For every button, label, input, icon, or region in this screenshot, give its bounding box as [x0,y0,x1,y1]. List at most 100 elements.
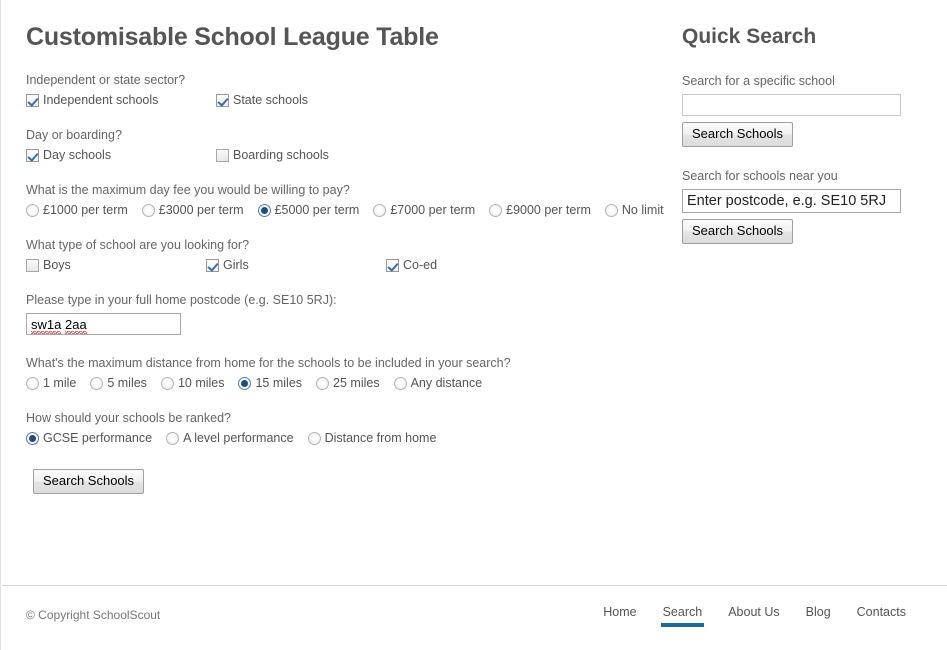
postcode-value-part2: 2aa [64,317,87,334]
quick-search-near-block: Search for schools near you Search Schoo… [680,169,920,244]
option-row: 1 mile 5 miles 10 miles 15 miles 25 mile… [26,376,666,390]
footer-nav-search[interactable]: Search [660,605,704,627]
option-distance-5-miles[interactable]: 5 miles [90,376,147,390]
option-fee-5000[interactable]: £5000 per term [257,203,360,217]
quick-search-school-label: Search for a specific school [682,74,835,88]
home-postcode-input[interactable]: sw1a 2aa [26,313,181,335]
option-distance-any[interactable]: Any distance [393,376,483,390]
option-label: A level performance [183,431,294,445]
question-label: Please type in your full home postcode (… [26,293,337,307]
quick-search-school-input[interactable] [682,94,901,116]
page-container: Customisable School League Table Indepen… [0,0,947,650]
content-area: Customisable School League Table Indepen… [26,22,924,494]
quick-search-school-button[interactable]: Search Schools [682,122,794,147]
checkbox-coed[interactable] [386,258,399,272]
radio-distance-1-mile[interactable] [26,376,39,390]
footer-nav-contacts[interactable]: Contacts [857,605,906,627]
radio-distance-15-miles[interactable] [238,376,252,390]
checkbox-girls[interactable] [206,258,219,272]
question-label: What is the maximum day fee you would be… [26,183,350,197]
option-state-schools[interactable]: State schools [216,93,308,107]
option-label: Distance from home [324,431,437,445]
option-label: £3000 per term [158,203,244,217]
option-distance-1-mile[interactable]: 1 mile [26,376,76,390]
question-day-boarding: Day or boarding? Day schools Boarding sc… [26,128,666,162]
question-label: Day or boarding? [26,128,122,142]
radio-fee-1000[interactable] [26,203,39,217]
option-distance-15-miles[interactable]: 15 miles [238,376,302,390]
checkbox-state-schools[interactable] [216,93,229,107]
quick-search-near-label: Search for schools near you [682,169,838,183]
option-coed[interactable]: Co-ed [386,258,437,272]
option-label: No limit [621,203,664,217]
checkbox-day-schools[interactable] [26,148,39,162]
option-fee-3000[interactable]: £3000 per term [141,203,244,217]
option-label: Boarding schools [233,148,329,162]
option-label: Co-ed [403,258,438,272]
option-label: £1000 per term [43,203,128,217]
radio-fee-7000[interactable] [373,203,387,217]
quick-search-title: Quick Search [682,25,817,48]
radio-distance-10-miles[interactable] [160,376,174,390]
option-label: £9000 per term [506,203,591,217]
option-label: 25 miles [333,376,380,390]
radio-fee-3000[interactable] [141,203,155,217]
option-distance-25-miles[interactable]: 25 miles [316,376,380,390]
option-fee-1000[interactable]: £1000 per term [26,203,128,217]
footer-nav-home[interactable]: Home [603,605,636,627]
checkbox-boarding-schools[interactable] [216,148,229,162]
option-label: 1 mile [43,376,77,390]
search-schools-button[interactable]: Search Schools [33,469,145,494]
option-label: £5000 per term [274,203,360,217]
option-day-schools[interactable]: Day schools [26,148,216,162]
radio-distance-any[interactable] [393,376,407,390]
question-max-distance: What's the maximum distance from home fo… [26,356,666,390]
option-label: Any distance [410,376,483,390]
question-home-postcode: Please type in your full home postcode (… [26,293,666,335]
option-fee-9000[interactable]: £9000 per term [489,203,591,217]
quick-search-postcode-input[interactable] [682,189,901,213]
footer: © Copyright SchoolScout Home Search Abou… [1,600,947,650]
option-label: Girls [223,258,249,272]
option-label: 15 miles [255,376,303,390]
option-label: £7000 per term [390,203,476,217]
page-title: Customisable School League Table [26,23,439,51]
main-submit-wrap: Search Schools [33,469,666,494]
option-rank-distance[interactable]: Distance from home [307,431,437,445]
quick-search-near-button[interactable]: Search Schools [682,219,794,244]
radio-distance-25-miles[interactable] [316,376,330,390]
option-row: Day schools Boarding schools [26,148,666,162]
option-row: Independent schools State schools [26,93,666,107]
option-girls[interactable]: Girls [206,258,386,272]
option-label: Day schools [43,148,112,162]
footer-nav-blog[interactable]: Blog [806,605,831,627]
radio-rank-distance[interactable] [307,431,321,445]
radio-fee-5000[interactable] [257,203,271,217]
option-independent-schools[interactable]: Independent schools [26,93,216,107]
option-fee-7000[interactable]: £7000 per term [373,203,475,217]
checkbox-boys[interactable] [26,258,39,272]
quick-search-school-block: Search for a specific school Search Scho… [680,74,920,147]
two-column-layout: Customisable School League Table Indepen… [26,22,924,494]
checkbox-independent-schools[interactable] [26,93,39,107]
option-fee-no-limit[interactable]: No limit [604,203,664,217]
radio-fee-9000[interactable] [489,203,503,217]
footer-nav-about-us[interactable]: About Us [728,605,779,627]
option-boys[interactable]: Boys [26,258,206,272]
radio-fee-no-limit[interactable] [604,203,618,217]
question-label: Independent or state sector? [26,73,186,87]
option-rank-a-level[interactable]: A level performance [166,431,294,445]
radio-rank-gcse[interactable] [26,431,39,445]
question-ranking: How should your schools be ranked? GCSE … [26,411,666,445]
footer-nav: Home Search About Us Blog Contacts [577,605,906,627]
radio-rank-a-level[interactable] [166,431,180,445]
option-label: 10 miles [177,376,225,390]
option-rank-gcse[interactable]: GCSE performance [26,431,152,445]
radio-distance-5-miles[interactable] [90,376,104,390]
question-max-fee: What is the maximum day fee you would be… [26,183,666,217]
option-row: Boys Girls Co-ed [26,258,666,272]
option-distance-10-miles[interactable]: 10 miles [160,376,225,390]
quick-search-panel: Quick Search Search for a specific schoo… [680,22,920,244]
question-label: What's the maximum distance from home fo… [26,356,511,370]
option-boarding-schools[interactable]: Boarding schools [216,148,329,162]
